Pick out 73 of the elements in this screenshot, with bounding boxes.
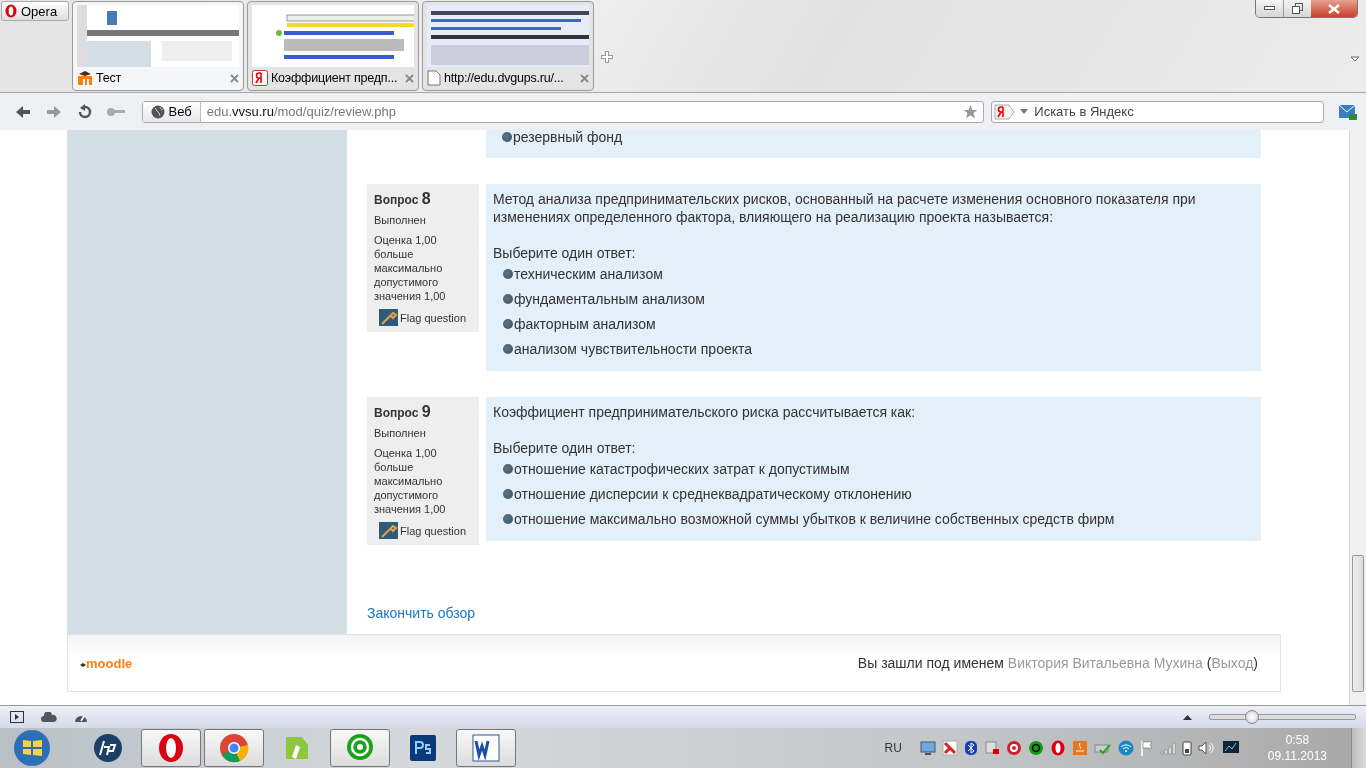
close-button[interactable]: [1311, 0, 1357, 17]
close-icon: [1328, 3, 1340, 14]
language-indicator[interactable]: RU: [884, 741, 902, 755]
login-info: Вы зашли под именем Виктория Витальевна Мухина (Выход): [857, 655, 1258, 671]
opera-icon: [156, 733, 186, 763]
forward-icon[interactable]: [46, 104, 63, 119]
search-field[interactable]: Искать в Яндекс: [991, 100, 1325, 123]
answer-option: факторным анализом: [503, 315, 1254, 333]
answer-prompt: Выберите один ответ:: [493, 244, 637, 262]
close-icon[interactable]: [230, 73, 239, 83]
zoom-slider-thumb[interactable]: [1244, 710, 1259, 724]
flag-question-link[interactable]: Flag question: [379, 522, 472, 539]
cloud-icon[interactable]: [41, 712, 57, 722]
star-icon[interactable]: [963, 104, 979, 119]
answer-option: отношение дисперсии к среднеквадратическому отклонению: [503, 485, 1254, 503]
browser-tab[interactable]: Коэффициент предп...: [247, 1, 419, 91]
question-status: Выполнен: [374, 426, 427, 440]
answer-option: фундаментальным анализом: [503, 290, 1254, 308]
back-icon[interactable]: [15, 104, 32, 119]
opera-icon[interactable]: [1049, 740, 1066, 756]
restore-icon: [1292, 3, 1303, 14]
speaker-icon[interactable]: [1197, 740, 1216, 756]
photoshop-icon: [409, 734, 437, 762]
minimize-button[interactable]: [1256, 0, 1283, 17]
question-text: Метод анализа предпринимательских рисков, основанный на расчете изменения основного показателя при изменениях определенного фактора, влияющего на реализацию проекта называется:: [493, 190, 1197, 226]
web-badge[interactable]: Веб: [142, 101, 201, 122]
monitor-icon[interactable]: [919, 740, 936, 756]
question-number: Вопрос 8: [374, 192, 432, 207]
question-grade: Оценка 1,00 больше максимально допустимого значения 1,00: [374, 233, 447, 303]
answer-option: резервный фонд: [502, 130, 1245, 146]
page-icon: [427, 70, 441, 86]
url-text: edu.vvsu.ru/mod/quiz/review.php: [205, 104, 398, 119]
display-icon[interactable]: [1221, 740, 1240, 756]
close-icon[interactable]: [580, 73, 589, 83]
network-drive-icon[interactable]: [983, 740, 1000, 756]
reload-icon[interactable]: [77, 103, 94, 120]
flag-question-link[interactable]: Flag question: [379, 309, 472, 326]
word-icon: [471, 733, 501, 763]
panel-toggle-icon[interactable]: [10, 711, 24, 723]
address-field[interactable]: Веб edu.vvsu.ru/mod/quiz/review.php: [141, 100, 985, 123]
dropdown-caret-icon[interactable]: [1020, 109, 1029, 114]
close-icon[interactable]: [405, 73, 414, 83]
taskbar-app-button[interactable]: [141, 729, 201, 767]
question-text: Коэффициент предпринимательского риска рассчитывается как:: [493, 403, 917, 421]
browser-tab[interactable]: Тест: [72, 1, 244, 91]
question-status: Выполнен: [374, 213, 427, 227]
wifi-icon[interactable]: [1117, 740, 1134, 756]
show-desktop-button[interactable]: [1351, 728, 1366, 768]
answer-option: техническим анализом: [503, 265, 1254, 283]
finish-review-link[interactable]: Закончить обзор: [367, 605, 1281, 625]
browser-tab[interactable]: http://edu.dvgups.ru/...: [422, 1, 594, 91]
hp-icon: [93, 733, 123, 763]
tab-menu-icon[interactable]: [1350, 56, 1360, 62]
opera-menu-button[interactable]: Opera: [1, 1, 69, 21]
question-grade: Оценка 1,00 больше максимально допустимого значения 1,00: [374, 446, 447, 516]
mortarboard-icon: [77, 70, 93, 86]
yandex-icon[interactable]: [994, 103, 1017, 120]
opera-icon: [5, 4, 17, 18]
scrollbar[interactable]: [1349, 130, 1366, 705]
question-number: Вопрос 9: [374, 405, 432, 420]
new-tab-icon[interactable]: [600, 50, 614, 64]
answer-option: анализом чувствительности проекта: [503, 340, 1254, 358]
answer-option: отношение максимально возможной суммы убытков к величине собственных средств фирм: [503, 510, 1254, 528]
restore-button[interactable]: [1283, 0, 1311, 17]
chrome-icon: [219, 733, 249, 763]
answer-option: отношение катастрофических затрат к допустимым: [503, 460, 1254, 478]
up-arrow-icon[interactable]: [1183, 714, 1192, 720]
answer-prompt: Выберите один ответ:: [493, 439, 637, 457]
battery-icon[interactable]: [1181, 740, 1192, 756]
bluetooth-icon[interactable]: [963, 740, 978, 756]
minimize-icon: [1264, 6, 1275, 11]
yandex-icon: [252, 70, 268, 86]
taskbar-app-button[interactable]: [456, 729, 516, 767]
